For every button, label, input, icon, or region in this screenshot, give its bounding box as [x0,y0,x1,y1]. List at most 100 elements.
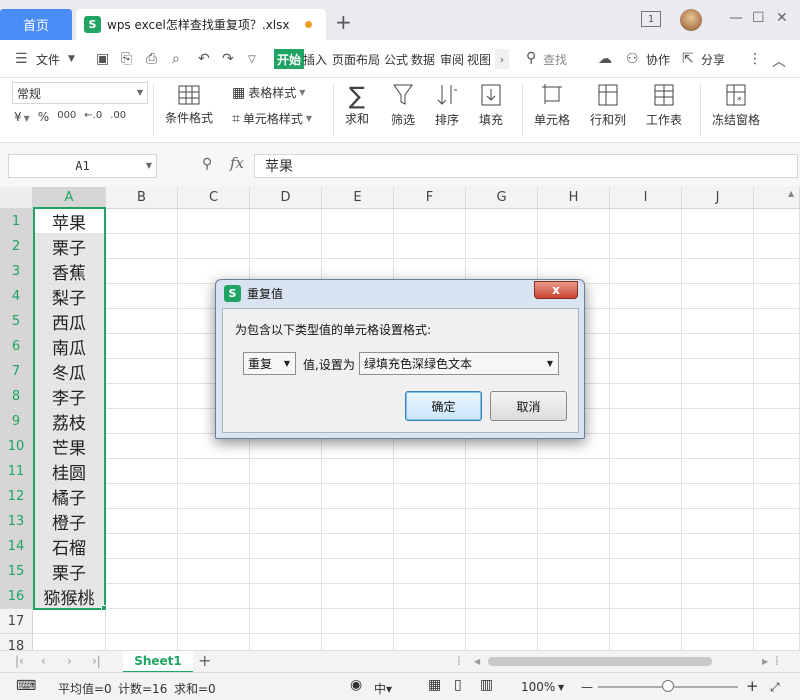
duplicate-type-select[interactable]: 重复 ▼ [243,352,296,375]
cell-c1[interactable] [178,209,250,234]
menu-more-chevron-icon[interactable]: › [495,49,509,69]
cell-a17[interactable] [33,609,106,634]
cell-g14[interactable] [466,534,538,559]
cell-c12[interactable] [178,484,250,509]
cell-e12[interactable] [322,484,394,509]
cell-j18[interactable] [682,634,754,650]
cell-partial[interactable] [754,234,800,259]
menu-file[interactable]: 文件 [36,51,60,68]
menu-start[interactable]: 开始 [274,49,305,69]
column-header-g[interactable]: G [466,187,538,209]
cell-f15[interactable] [394,559,466,584]
cell-i18[interactable] [610,634,682,650]
cell-j4[interactable] [682,284,754,309]
filter-button[interactable]: 筛选 [391,82,415,128]
menu-review[interactable]: 审阅 [440,51,464,68]
increase-decimal-button[interactable]: .00 [110,110,126,124]
cell-a2[interactable]: 栗子 [33,234,106,259]
hamburger-menu-icon[interactable]: ☰ [15,51,28,67]
cell-a8[interactable]: 李子 [33,384,106,409]
cell-d16[interactable] [250,584,322,609]
cell-partial[interactable] [754,334,800,359]
cell-b1[interactable] [106,209,178,234]
cell-d1[interactable] [250,209,322,234]
column-header-c[interactable]: C [178,187,250,209]
cell-j7[interactable] [682,359,754,384]
cell-f17[interactable] [394,609,466,634]
cell-a1[interactable]: 苹果 [33,209,106,234]
cell-i14[interactable] [610,534,682,559]
search-icon[interactable]: ⚲ [526,50,536,66]
cell-j16[interactable] [682,584,754,609]
fill-handle[interactable] [101,605,107,611]
input-method-icon[interactable]: 中▾ [374,680,392,697]
cell-partial[interactable] [754,459,800,484]
cell-c18[interactable] [178,634,250,650]
percent-button[interactable]: % [38,110,49,124]
row-col-button[interactable]: 行和列 [590,82,626,128]
cell-f12[interactable] [394,484,466,509]
cell-partial[interactable] [754,584,800,609]
table-style-button[interactable]: ▦ 表格样式 ▼ [232,84,305,101]
print-icon[interactable]: ⎙ [146,51,157,67]
cell-j1[interactable] [682,209,754,234]
collaborate-button[interactable]: 协作 [646,51,670,68]
cell-i2[interactable] [610,234,682,259]
cell-a12[interactable]: 橘子 [33,484,106,509]
format-style-select[interactable]: 绿填充色深绿色文本 ▼ [359,352,559,375]
tab-document[interactable]: S wps excel怎样查找重复项？.xlsx [76,9,326,40]
row-header-15[interactable]: 15 [0,559,33,584]
cell-a9[interactable]: 荔枝 [33,409,106,434]
cell-a18[interactable] [33,634,106,650]
row-header-9[interactable]: 9 [0,409,33,434]
sum-button[interactable]: ∑ 求和 [345,82,369,127]
cell-g15[interactable] [466,559,538,584]
cell-a6[interactable]: 南瓜 [33,334,106,359]
chevron-down-icon[interactable]: ▼ [558,683,564,692]
minimize-icon[interactable]: — [729,10,743,26]
cell-partial[interactable] [754,609,800,634]
cell-f16[interactable] [394,584,466,609]
row-header-10[interactable]: 10 [0,434,33,459]
cell-j8[interactable] [682,384,754,409]
cell-j5[interactable] [682,309,754,334]
eye-protection-icon[interactable]: ◉ [350,677,362,693]
cell-i15[interactable] [610,559,682,584]
worksheet-button[interactable]: 工作表 [646,82,682,128]
print-preview-icon[interactable]: ⌕ [172,51,180,67]
cell-i10[interactable] [610,434,682,459]
cell-i1[interactable] [610,209,682,234]
cell-partial[interactable] [754,259,800,284]
cell-b7[interactable] [106,359,178,384]
cell-d12[interactable] [250,484,322,509]
cell-i16[interactable] [610,584,682,609]
cell-e11[interactable] [322,459,394,484]
cell-i17[interactable] [610,609,682,634]
cell-b16[interactable] [106,584,178,609]
cell-c14[interactable] [178,534,250,559]
maximize-icon[interactable]: ☐ [752,10,765,26]
column-header-h[interactable]: H [538,187,610,209]
cell-a14[interactable]: 石榴 [33,534,106,559]
chevron-down-icon[interactable]: ▼ [24,114,30,124]
cell-c2[interactable] [178,234,250,259]
cell-g13[interactable] [466,509,538,534]
cell-j10[interactable] [682,434,754,459]
cloud-sync-icon[interactable]: ☁ [598,51,612,67]
cell-h2[interactable] [538,234,610,259]
cell-i5[interactable] [610,309,682,334]
zoom-out-icon[interactable]: — [581,680,593,694]
cell-a15[interactable]: 栗子 [33,559,106,584]
export-icon[interactable]: ⎘ [121,51,132,67]
cell-j12[interactable] [682,484,754,509]
prev-sheet-icon[interactable]: ‹ [41,654,46,668]
cell-j9[interactable] [682,409,754,434]
cell-i12[interactable] [610,484,682,509]
cell-d14[interactable] [250,534,322,559]
tab-home[interactable]: 首页 [0,9,72,40]
undo-icon[interactable]: ↶ [198,51,210,67]
cell-b2[interactable] [106,234,178,259]
cell-d13[interactable] [250,509,322,534]
cell-b18[interactable] [106,634,178,650]
cell-e17[interactable] [322,609,394,634]
